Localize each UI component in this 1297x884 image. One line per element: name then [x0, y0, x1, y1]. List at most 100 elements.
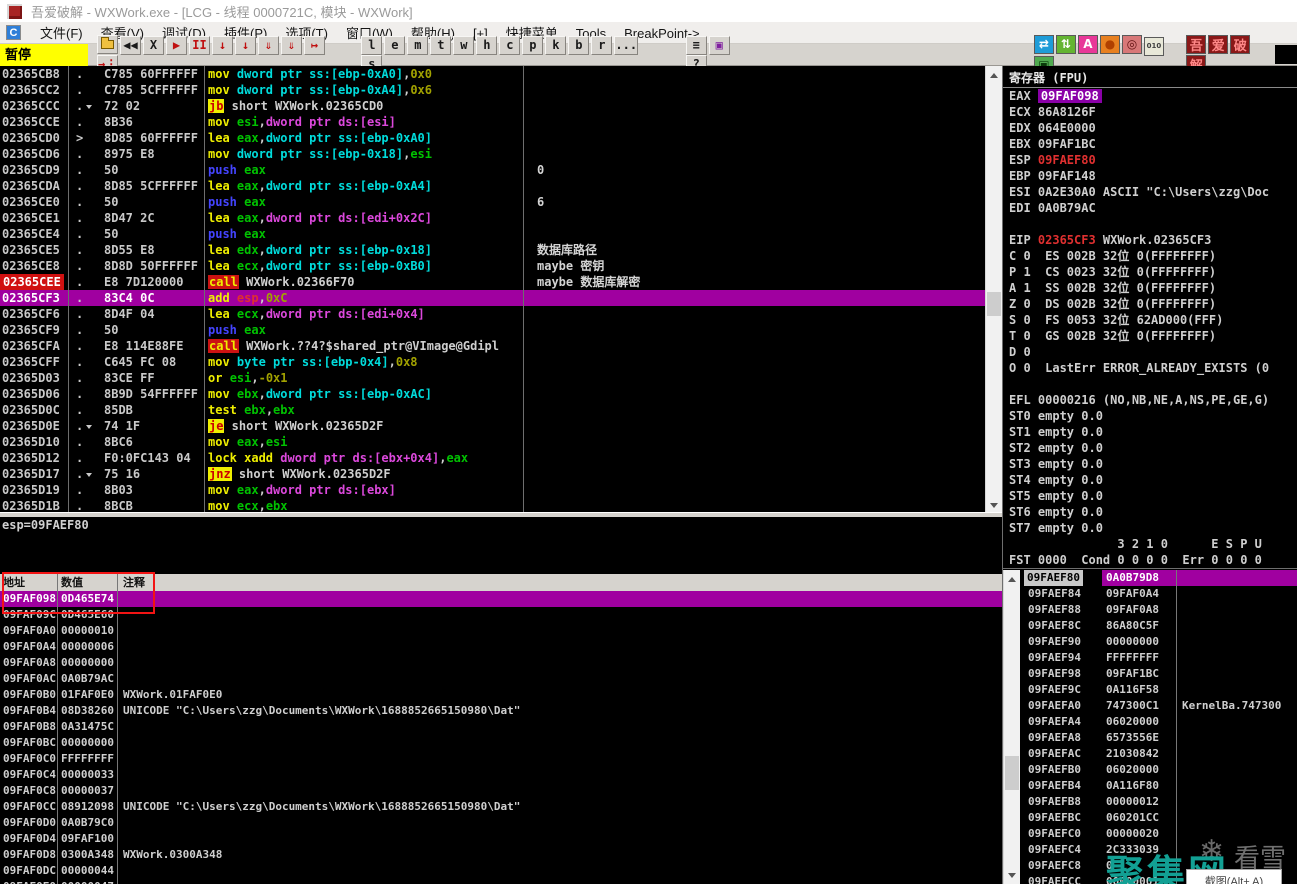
list-icon[interactable]: ≡: [686, 36, 707, 55]
letter-h-button[interactable]: h: [476, 36, 497, 55]
disasm-scrollbar[interactable]: [985, 66, 1002, 514]
orange-circle-icon[interactable]: ●: [1100, 35, 1120, 54]
dump-row[interactable]: 09FAF0D409FAF100: [0, 831, 1003, 847]
stack-row[interactable]: 09FAEF8409FAF0A4: [1003, 586, 1297, 602]
stack-row[interactable]: 09FAEF9C0A116F58: [1003, 682, 1297, 698]
updown-arrows-icon[interactable]: ⇅: [1056, 35, 1076, 54]
letter-w-button[interactable]: w: [453, 36, 474, 55]
disasm-row[interactable]: 02365CB8.C785 60FFFFFFmov dword ptr ss:[…: [0, 66, 985, 82]
disasm-row[interactable]: 02365D1B.8BCBmov ecx,ebx: [0, 498, 985, 512]
register-line[interactable]: EAX 09FAF098: [1009, 88, 1102, 104]
dump-row[interactable]: 09FAF0DC00000044: [0, 863, 1003, 879]
dump-row[interactable]: 09FAF0BC00000000: [0, 735, 1003, 751]
stack-row[interactable]: 09FAEFA0747300C1KernelBa.747300: [1003, 698, 1297, 714]
register-line[interactable]: ST6 empty 0.0: [1009, 504, 1103, 520]
disasm-row[interactable]: 02365D12.F0:0FC143 04lock xadd dword ptr…: [0, 450, 985, 466]
register-line[interactable]: ST5 empty 0.0: [1009, 488, 1103, 504]
register-line[interactable]: ESP 09FAEF80: [1009, 152, 1096, 168]
disasm-row[interactable]: 02365D17.75 16jnz short WXWork.02365D2F: [0, 466, 985, 482]
disasm-row[interactable]: 02365CD6.8975 E8mov dword ptr ss:[ebp-0x…: [0, 146, 985, 162]
dump-row[interactable]: 09FAF0D80300A348WXWork.0300A348: [0, 847, 1003, 863]
dump-row[interactable]: 09FAF0C800000037: [0, 783, 1003, 799]
stack-row[interactable]: 09FAEFB800000012: [1003, 794, 1297, 810]
register-line[interactable]: EIP 02365CF3 WXWork.02365CF3: [1009, 232, 1211, 248]
register-line[interactable]: P 1 CS 0023 32位 0(FFFFFFFF): [1009, 264, 1216, 280]
disasm-row[interactable]: 02365D19.8B03mov eax,dword ptr ds:[ebx]: [0, 482, 985, 498]
stack-row[interactable]: 09FAEF8C86A80C5F: [1003, 618, 1297, 634]
register-line[interactable]: FST 0000 Cond 0 0 0 0 Err 0 0 0 0: [1009, 552, 1262, 568]
disasm-row[interactable]: 02365CEE.E8 7D120000call WXWork.02366F70…: [0, 274, 985, 290]
register-line[interactable]: EDX 064E0000: [1009, 120, 1096, 136]
dump-row[interactable]: 09FAF0AC0A0B79AC: [0, 671, 1003, 687]
open-file-button[interactable]: [97, 35, 118, 54]
register-line[interactable]: T 0 GS 002B 32位 0(FFFFFFFF): [1009, 328, 1216, 344]
scrollbar-thumb[interactable]: [1005, 756, 1019, 790]
dump-row[interactable]: 09FAF0D00A0B79C0: [0, 815, 1003, 831]
register-line[interactable]: EBX 09FAF1BC: [1009, 136, 1096, 152]
dump-row[interactable]: 09FAF0A000000010: [0, 623, 1003, 639]
disasm-row[interactable]: 02365D0E.74 1Fje short WXWork.02365D2F: [0, 418, 985, 434]
scroll-up-button[interactable]: [986, 66, 1002, 83]
disasm-row[interactable]: 02365CE8.8D8D 50FFFFFFlea ecx,dword ptr …: [0, 258, 985, 274]
dump-row[interactable]: 09FAF0B001FAF0E0WXWork.01FAF0E0: [0, 687, 1003, 703]
disasm-row[interactable]: 02365CC2.C785 5CFFFFFFmov dword ptr ss:[…: [0, 82, 985, 98]
scroll-up-button[interactable]: [1004, 570, 1020, 587]
disasm-row[interactable]: 02365CE5.8D55 E8lea edx,dword ptr ss:[eb…: [0, 242, 985, 258]
disasm-row[interactable]: 02365CFA.E8 114E88FEcall WXWork.??4?$sha…: [0, 338, 985, 354]
cn-button-1[interactable]: 吾: [1186, 35, 1206, 54]
register-line[interactable]: ST2 empty 0.0: [1009, 440, 1103, 456]
register-line[interactable]: ECX 86A8126F: [1009, 104, 1096, 120]
dump-panel[interactable]: 09FAF0980D465E7409FAF09C0D465E6009FAF0A0…: [0, 591, 1003, 884]
register-line[interactable]: S 0 FS 0053 32位 62AD000(FFF): [1009, 312, 1223, 328]
target-rings-icon[interactable]: ◎: [1122, 35, 1142, 54]
disassembly-panel[interactable]: 02365CB8.C785 60FFFFFFmov dword ptr ss:[…: [0, 66, 985, 512]
binary-icon[interactable]: 010: [1144, 37, 1164, 56]
disasm-row[interactable]: 02365D10.8BC6mov eax,esi: [0, 434, 985, 450]
register-line[interactable]: D 0: [1009, 344, 1031, 360]
child-window-icon[interactable]: C: [6, 25, 21, 40]
stack-row[interactable]: 09FAEF94FFFFFFFF: [1003, 650, 1297, 666]
dump-row[interactable]: 09FAF0B80A31475C: [0, 719, 1003, 735]
disasm-row[interactable]: 02365CF6.8D4F 04lea ecx,dword ptr ds:[ed…: [0, 306, 985, 322]
register-line[interactable]: C 0 ES 002B 32位 0(FFFFFFFF): [1009, 248, 1216, 264]
disasm-row[interactable]: 02365CE0.50push eax6: [0, 194, 985, 210]
cn-button-2[interactable]: 爱: [1208, 35, 1228, 54]
disasm-row[interactable]: 02365CD9.50push eax0: [0, 162, 985, 178]
dump-row[interactable]: 09FAF0C0FFFFFFFF: [0, 751, 1003, 767]
dump-row[interactable]: 09FAF0A800000000: [0, 655, 1003, 671]
animate-into-button[interactable]: ⇓: [258, 36, 279, 55]
stack-row[interactable]: 09FAEFA86573556E: [1003, 730, 1297, 746]
disasm-row[interactable]: 02365CE4.50push eax: [0, 226, 985, 242]
register-line[interactable]: ST7 empty 0.0: [1009, 520, 1103, 536]
stack-row[interactable]: 09FAEF800A0B79D8: [1003, 570, 1297, 586]
stack-panel[interactable]: 09FAEF800A0B79D809FAEF8409FAF0A409FAEF88…: [1003, 570, 1297, 884]
register-line[interactable]: A 1 SS 002B 32位 0(FFFFFFFF): [1009, 280, 1216, 296]
disasm-row[interactable]: 02365CF3.83C4 0Cadd esp,0xC: [0, 290, 985, 306]
disasm-row[interactable]: 02365CCE.8B36mov esi,dword ptr ds:[esi]: [0, 114, 985, 130]
stack-row[interactable]: 09FAEFBC060201CC: [1003, 810, 1297, 826]
register-line[interactable]: EBP 09FAF148: [1009, 168, 1096, 184]
dump-row[interactable]: 09FAF0E000000047: [0, 879, 1003, 884]
stack-row[interactable]: 09FAEFB006020000: [1003, 762, 1297, 778]
letter-k-button[interactable]: k: [545, 36, 566, 55]
letter-c-button[interactable]: c: [499, 36, 520, 55]
close-button[interactable]: X: [143, 36, 164, 55]
stack-row[interactable]: 09FAEF9000000000: [1003, 634, 1297, 650]
registers-panel[interactable]: 寄存器 (FPU) EAX 09FAF098ECX 86A8126FEDX 06…: [1003, 66, 1297, 568]
disasm-row[interactable]: 02365CDA.8D85 5CFFFFFFlea eax,dword ptr …: [0, 178, 985, 194]
letter-a-icon[interactable]: A: [1078, 35, 1098, 54]
step-into-button[interactable]: ↓: [212, 36, 233, 55]
letter-e-button[interactable]: e: [384, 36, 405, 55]
register-line[interactable]: EDI 0A0B79AC: [1009, 200, 1096, 216]
register-line[interactable]: Z 0 DS 002B 32位 0(FFFFFFFF): [1009, 296, 1216, 312]
letter-t-button[interactable]: t: [430, 36, 451, 55]
pause-button[interactable]: II: [189, 36, 210, 55]
swap-arrows-icon[interactable]: ⇄: [1034, 35, 1054, 54]
letter-m-button[interactable]: m: [407, 36, 428, 55]
register-line[interactable]: ST3 empty 0.0: [1009, 456, 1103, 472]
stack-row[interactable]: 09FAEF8809FAF0A8: [1003, 602, 1297, 618]
scroll-down-button[interactable]: [1004, 867, 1020, 884]
register-line[interactable]: EFL 00000216 (NO,NB,NE,A,NS,PE,GE,G): [1009, 392, 1269, 408]
windows-icon[interactable]: ▣: [709, 36, 730, 55]
register-line[interactable]: O 0 LastErr ERROR_ALREADY_EXISTS (0: [1009, 360, 1269, 376]
